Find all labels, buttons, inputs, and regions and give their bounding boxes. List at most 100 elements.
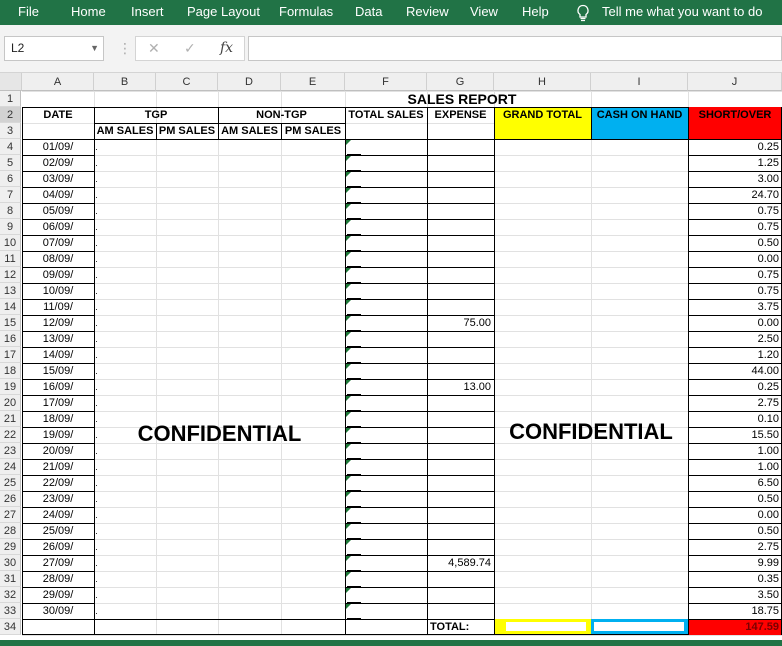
error-indicator-icon[interactable] <box>346 540 351 545</box>
expense-cell[interactable]: 75.00 <box>427 315 494 331</box>
row-header-6[interactable]: 6 <box>0 171 21 187</box>
row-header-28[interactable]: 28 <box>0 523 21 539</box>
lightbulb-icon[interactable] <box>576 0 592 25</box>
error-indicator-icon[interactable] <box>346 220 351 225</box>
date-cell[interactable]: 04/09/ <box>22 187 94 203</box>
expense-header[interactable]: EXPENSE <box>427 107 494 123</box>
menu-home[interactable]: Home <box>71 0 106 25</box>
date-cell[interactable]: 21/09/ <box>22 459 94 475</box>
date-cell[interactable]: 11/09/ <box>22 299 94 315</box>
row-header-3[interactable]: 3 <box>0 123 21 139</box>
date-cell[interactable]: 23/09/ <box>22 491 94 507</box>
expense-cell[interactable]: 4,589.74 <box>427 555 494 571</box>
menu-view[interactable]: View <box>470 0 498 25</box>
error-indicator-icon[interactable] <box>346 300 351 305</box>
date-cell[interactable]: 08/09/ <box>22 251 94 267</box>
date-cell[interactable]: 13/09/ <box>22 331 94 347</box>
date-cell[interactable]: 29/09/ <box>22 587 94 603</box>
date-cell[interactable]: 05/09/ <box>22 203 94 219</box>
short-over-cell[interactable]: 18.75 <box>688 603 782 619</box>
date-cell[interactable]: 27/09/ <box>22 555 94 571</box>
date-cell[interactable]: 02/09/ <box>22 155 94 171</box>
error-indicator-icon[interactable] <box>346 460 351 465</box>
error-indicator-icon[interactable] <box>346 604 351 609</box>
date-header[interactable]: DATE <box>22 107 94 123</box>
short-over-cell[interactable]: 3.75 <box>688 299 782 315</box>
total-sales-header[interactable]: TOTAL SALES <box>345 107 427 123</box>
name-box[interactable]: L2 ▼ <box>4 36 104 61</box>
select-all-corner[interactable] <box>0 73 22 91</box>
row-header-9[interactable]: 9 <box>0 219 21 235</box>
error-indicator-icon[interactable] <box>346 524 351 529</box>
column-header-h[interactable]: H <box>494 73 591 91</box>
row-header-26[interactable]: 26 <box>0 491 21 507</box>
error-indicator-icon[interactable] <box>346 204 351 209</box>
date-cell[interactable]: 01/09/ <box>22 139 94 155</box>
row-header-24[interactable]: 24 <box>0 459 21 475</box>
error-indicator-icon[interactable] <box>346 268 351 273</box>
short-over-cell[interactable]: 0.75 <box>688 219 782 235</box>
error-indicator-icon[interactable] <box>346 508 351 513</box>
error-indicator-icon[interactable] <box>346 476 351 481</box>
row-header-29[interactable]: 29 <box>0 539 21 555</box>
enter-icon[interactable]: ✓ <box>184 40 196 57</box>
error-indicator-icon[interactable] <box>346 396 351 401</box>
menu-review[interactable]: Review <box>406 0 449 25</box>
row-header-1[interactable]: 1 <box>0 91 21 107</box>
date-cell[interactable]: 26/09/ <box>22 539 94 555</box>
date-cell[interactable]: 14/09/ <box>22 347 94 363</box>
row-header-25[interactable]: 25 <box>0 475 21 491</box>
date-cell[interactable]: 06/09/ <box>22 219 94 235</box>
date-cell[interactable]: 22/09/ <box>22 475 94 491</box>
short-over-cell[interactable]: 44.00 <box>688 363 782 379</box>
short-over-cell[interactable]: 2.75 <box>688 395 782 411</box>
error-indicator-icon[interactable] <box>346 172 351 177</box>
row-header-21[interactable]: 21 <box>0 411 21 427</box>
non-tgp-header[interactable]: NON-TGP <box>218 107 345 123</box>
date-cell[interactable]: 30/09/ <box>22 603 94 619</box>
row-header-13[interactable]: 13 <box>0 283 21 299</box>
menu-help[interactable]: Help <box>522 0 549 25</box>
error-indicator-icon[interactable] <box>346 332 351 337</box>
column-header-b[interactable]: B <box>94 73 156 91</box>
row-header-5[interactable]: 5 <box>0 155 21 171</box>
short-over-cell[interactable]: 0.00 <box>688 507 782 523</box>
row-header-4[interactable]: 4 <box>0 139 21 155</box>
short-over-cell[interactable]: 0.35 <box>688 571 782 587</box>
row-header-32[interactable]: 32 <box>0 587 21 603</box>
short-over-cell[interactable]: 24.70 <box>688 187 782 203</box>
short-over-cell[interactable]: 0.25 <box>688 379 782 395</box>
report-title[interactable]: SALES REPORT <box>345 91 579 107</box>
row-header-19[interactable]: 19 <box>0 379 21 395</box>
menu-formulas[interactable]: Formulas <box>279 0 333 25</box>
menu-file[interactable]: File <box>18 0 39 25</box>
short-over-cell[interactable]: 1.20 <box>688 347 782 363</box>
menu-page-layout[interactable]: Page Layout <box>187 0 260 25</box>
short-over-cell[interactable]: 0.75 <box>688 267 782 283</box>
error-indicator-icon[interactable] <box>346 444 351 449</box>
short-over-cell[interactable]: 0.75 <box>688 283 782 299</box>
spreadsheet-grid[interactable]: ABCDEFGHIJ 1 2 3 4 5 6 7 8 9 10 11 12 13 14 15 16 17 18 19… <box>0 73 782 646</box>
row-header-27[interactable]: 27 <box>0 507 21 523</box>
error-indicator-icon[interactable] <box>346 364 351 369</box>
tgp-am-sales-header[interactable]: AM SALES <box>94 123 156 139</box>
row-header-34[interactable]: 34 <box>0 619 21 635</box>
row-header-17[interactable]: 17 <box>0 347 21 363</box>
row-header-23[interactable]: 23 <box>0 443 21 459</box>
row-header-31[interactable]: 31 <box>0 571 21 587</box>
menu-insert[interactable]: Insert <box>131 0 164 25</box>
date-cell[interactable]: 19/09/ <box>22 427 94 443</box>
error-indicator-icon[interactable] <box>346 252 351 257</box>
short-over-cell[interactable]: 1.25 <box>688 155 782 171</box>
short-over-cell[interactable]: 0.75 <box>688 203 782 219</box>
row-header-12[interactable]: 12 <box>0 267 21 283</box>
non-tgp-am-sales-header[interactable]: AM SALES <box>218 123 281 139</box>
cash-on-hand-header[interactable]: CASH ON HAND <box>591 107 688 123</box>
row-header-18[interactable]: 18 <box>0 363 21 379</box>
row-header-33[interactable]: 33 <box>0 603 21 619</box>
short-over-cell[interactable]: 3.50 <box>688 587 782 603</box>
cancel-icon[interactable]: ✕ <box>148 40 160 57</box>
column-header-f[interactable]: F <box>345 73 427 91</box>
row-header-8[interactable]: 8 <box>0 203 21 219</box>
error-indicator-icon[interactable] <box>346 188 351 193</box>
